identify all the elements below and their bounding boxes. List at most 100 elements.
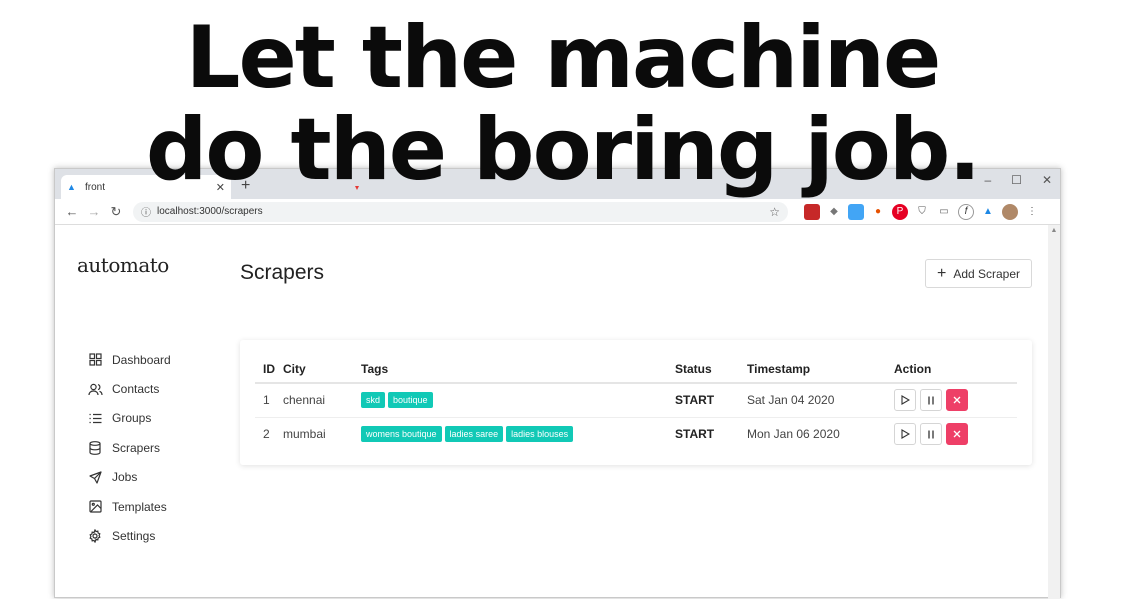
tag-badge: skd [361,392,386,409]
browser-tab[interactable]: ▲ front ✕ [61,175,231,199]
extension-screen-icon[interactable]: ▭ [936,204,952,220]
minimize-button[interactable]: – [984,173,991,187]
back-icon[interactable]: ← [61,204,83,219]
header-city: City [283,355,361,384]
extension-pinterest-icon[interactable]: P [892,203,908,220]
cell-id: 2 [263,427,270,442]
sidebar-item-contacts[interactable]: Contacts [87,374,171,403]
sidebar-item-label: Contacts [112,382,160,397]
delete-button[interactable] [946,389,968,412]
extension-book-icon[interactable] [804,203,820,220]
close-icon [953,396,961,404]
scrapers-table-card: ID City Tags Status Timestamp Action 1 c… [240,340,1032,465]
close-window-button[interactable]: ✕ [1042,173,1052,187]
users-icon [87,381,103,397]
add-scraper-label: Add Scraper [953,266,1021,281]
pause-button[interactable] [920,389,942,412]
browser-menu-icon[interactable]: ⋮ [1024,204,1040,220]
play-button[interactable] [894,389,916,412]
send-icon [87,469,103,485]
main-content: Scrapers + Add Scraper ID City Tags Stat… [240,225,1048,599]
pause-icon [928,396,934,405]
sidebar-item-label: Groups [112,411,152,426]
cell-tags: skd boutique [361,383,675,418]
tag-badge: boutique [388,392,433,409]
add-scraper-button[interactable]: + Add Scraper [925,259,1032,288]
database-icon [87,440,103,456]
play-icon [900,429,910,440]
pause-button[interactable] [920,423,942,446]
pause-icon [928,430,934,439]
extension-drive-icon[interactable]: ◆ [826,204,842,220]
sidebar-item-label: Dashboard [112,352,171,367]
sidebar-item-dashboard[interactable]: Dashboard [87,345,171,374]
cell-actions [894,417,1017,451]
table-header-row: ID City Tags Status Timestamp Action [255,355,1017,384]
table-row: 2 mumbai womens boutique ladies saree ladi… [255,417,1017,451]
browser-window: ▲ front ✕ + – ☐ ✕ ← → ↻ ⓘ localhost:3000… [54,168,1061,599]
page-scrollbar[interactable]: ▲ [1048,225,1060,599]
table-row: 1 chennai skd boutique START Sat Jan 04 2… [255,383,1017,418]
extension-bolt-icon[interactable]: ● [870,204,886,220]
sidebar-item-jobs[interactable]: Jobs [87,463,171,492]
cell-timestamp: Mon Jan 06 2020 [747,427,840,442]
scrapers-table: ID City Tags Status Timestamp Action 1 c… [255,355,1017,451]
tab-bar: ▲ front ✕ + – ☐ ✕ [55,169,1060,199]
address-bar: ← → ↻ ⓘ localhost:3000/scrapers ☆ ◆ ● P … [55,199,1060,225]
favicon-icon: ▲ [67,182,76,192]
header-id: ID [255,355,283,384]
sidebar-item-label: Settings [112,529,156,544]
gear-icon [87,528,103,544]
forward-icon[interactable]: → [83,204,105,219]
sidebar-menu: Dashboard Contacts Groups Scrapers Jobs … [87,345,171,551]
profile-avatar[interactable] [1002,203,1018,220]
url-field[interactable]: ⓘ localhost:3000/scrapers ☆ [133,201,788,222]
reload-icon[interactable]: ↻ [105,204,127,220]
hero-headline: Let the machine do the boring job. [0,0,1125,196]
extensions-bar: ◆ ● P ⛉ ▭ f ▲ ⋮ [804,203,1040,220]
header-action: Action [894,355,1017,384]
hero-line-1: Let the machine [185,8,942,108]
window-controls: – ☐ ✕ [984,173,1052,187]
tag-badge: womens boutique [361,426,442,443]
url-text[interactable]: localhost:3000/scrapers [157,206,769,217]
tab-close-icon[interactable]: ✕ [216,181,225,194]
sidebar: automato Dashboard Contacts Groups Scrap… [55,225,240,599]
header-status: Status [675,355,747,384]
cell-actions [894,383,1017,418]
scroll-up-icon[interactable]: ▲ [1048,227,1060,234]
maximize-button[interactable]: ☐ [1011,173,1022,187]
cell-status: START [675,383,747,418]
grid-icon [87,352,103,368]
cell-timestamp: Sat Jan 04 2020 [747,383,894,418]
tab-title: front [85,181,106,193]
sidebar-item-templates[interactable]: Templates [87,492,171,521]
extension-function-icon[interactable]: f [958,203,974,220]
play-button[interactable] [894,423,916,446]
header-tags: Tags [361,355,675,384]
cell-city: mumbai [283,427,326,442]
delete-button[interactable] [946,423,968,446]
image-icon [87,499,103,515]
sidebar-item-scrapers[interactable]: Scrapers [87,433,171,462]
sidebar-item-label: Scrapers [112,440,161,455]
tag-badge: ladies blouses [506,426,574,443]
info-icon[interactable]: ⓘ [141,204,151,219]
app-area: automato Dashboard Contacts Groups Scrap… [55,225,1060,599]
app-logo[interactable]: automato [77,253,169,277]
play-icon [900,395,910,406]
cell-status: START [675,427,715,442]
header-timestamp: Timestamp [747,355,894,384]
cell-city: chennai [283,383,361,418]
list-icon [87,410,103,426]
sidebar-item-groups[interactable]: Groups [87,404,171,433]
extension-vue-icon[interactable]: ▲ [980,204,996,220]
extension-shield-icon[interactable]: ⛉ [914,204,930,220]
sidebar-item-label: Jobs [112,470,138,485]
cell-tags: womens boutique ladies saree ladies blouse… [361,417,675,451]
new-tab-button[interactable]: + [241,177,250,195]
bookmark-star-icon[interactable]: ☆ [769,205,780,219]
extension-picture-icon[interactable] [848,203,864,220]
close-icon [953,430,961,438]
sidebar-item-settings[interactable]: Settings [87,521,171,550]
